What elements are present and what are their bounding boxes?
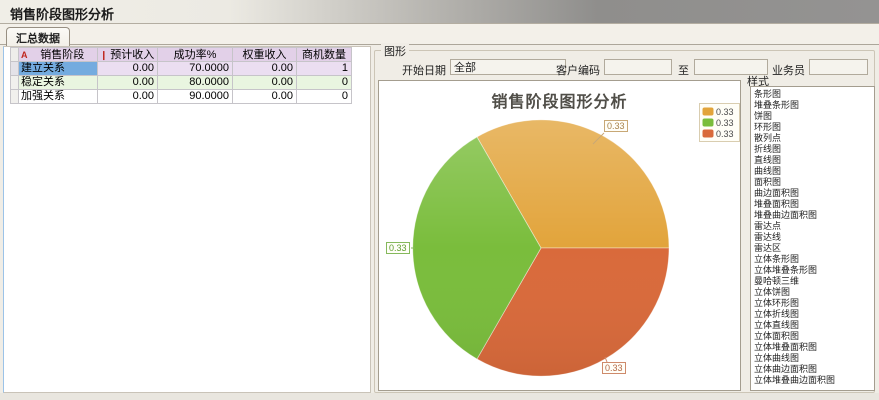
row-header-corner[interactable] [10, 47, 19, 62]
pie-sheen-overlay [413, 120, 669, 376]
cell-weighted[interactable]: 0.00 [233, 76, 297, 90]
summary-panel: A销售阶段 ❙预计收入 成功率% 权重收入 商机数量 建立关系 0.00 70.… [3, 46, 371, 393]
style-list-item[interactable]: 折线图 [754, 144, 874, 155]
row-selector[interactable] [10, 62, 19, 76]
style-list-item[interactable]: 立体折线图 [754, 309, 874, 320]
slice-label-orange: 0.33 [604, 120, 628, 132]
style-list-item[interactable]: 堆叠条形图 [754, 100, 874, 111]
cell-count[interactable]: 0 [297, 90, 352, 104]
window-title: 销售阶段图形分析 [10, 4, 114, 23]
table-row: 加强关系 0.00 90.0000 0.00 0 [10, 90, 352, 104]
tab-strip: 汇总数据 [0, 24, 879, 45]
cell-stage[interactable]: 建立关系 [19, 62, 98, 76]
style-list-item[interactable]: 雷达点 [754, 221, 874, 232]
window-bottom-edge [0, 393, 879, 400]
style-list-item[interactable]: 立体面积图 [754, 331, 874, 342]
cell-expected[interactable]: 0.00 [98, 62, 158, 76]
style-list-item[interactable]: 环形图 [754, 122, 874, 133]
cell-count[interactable]: 0 [297, 76, 352, 90]
style-list-item[interactable]: 雷达区 [754, 243, 874, 254]
row-selector[interactable] [10, 90, 19, 104]
column-header-count[interactable]: 商机数量 [297, 47, 352, 62]
chart-canvas: 销售阶段图形分析 0.33 0.33 0.33 0.33 [378, 80, 741, 391]
style-list-item[interactable]: 立体饼图 [754, 287, 874, 298]
tab-summary-data[interactable]: 汇总数据 [6, 27, 70, 46]
row-selector[interactable] [10, 76, 19, 90]
content-area: A销售阶段 ❙预计收入 成功率% 权重收入 商机数量 建立关系 0.00 70.… [0, 44, 879, 393]
style-list-item[interactable]: 立体环形图 [754, 298, 874, 309]
graph-group-label: 图形 [381, 43, 409, 59]
cell-stage[interactable]: 加强关系 [19, 90, 98, 104]
style-list-item[interactable]: 曲边面积图 [754, 188, 874, 199]
pie-chart [379, 81, 742, 392]
salesman-input[interactable] [809, 59, 868, 75]
style-list-item[interactable]: 立体堆叠面积图 [754, 342, 874, 353]
style-list-item[interactable]: 立体条形图 [754, 254, 874, 265]
style-list-item[interactable]: 立体直线图 [754, 320, 874, 331]
slice-label-green: 0.33 [386, 242, 410, 254]
style-list-item[interactable]: 饼图 [754, 111, 874, 122]
legend-item: 0.33 [702, 128, 737, 139]
style-list-item[interactable]: 曲线图 [754, 166, 874, 177]
style-list-item[interactable]: 立体曲边面积图 [754, 364, 874, 375]
customer-code-input[interactable] [604, 59, 672, 75]
legend-swatch-green [702, 118, 714, 127]
style-list-item[interactable]: 面积图 [754, 177, 874, 188]
style-list-item[interactable]: 条形图 [754, 89, 874, 100]
text-type-icon: A [21, 48, 28, 62]
chart-legend: 0.33 0.33 0.33 [699, 103, 740, 142]
style-list-item[interactable]: 堆叠曲边面积图 [754, 210, 874, 221]
sales-stage-grid: A销售阶段 ❙预计收入 成功率% 权重收入 商机数量 建立关系 0.00 70.… [10, 47, 352, 104]
cell-weighted[interactable]: 0.00 [233, 62, 297, 76]
style-list-item[interactable]: 堆叠面积图 [754, 199, 874, 210]
style-list-item[interactable]: 立体堆叠条形图 [754, 265, 874, 276]
cell-count[interactable]: 1 [297, 62, 352, 76]
salesman-label: 业务员 [772, 62, 805, 78]
cell-stage[interactable]: 稳定关系 [19, 76, 98, 90]
table-row: 稳定关系 0.00 80.0000 0.00 0 [10, 76, 352, 90]
legend-swatch-orange [702, 107, 714, 116]
cell-expected[interactable]: 0.00 [98, 90, 158, 104]
customer-code-label: 客户编码 [556, 62, 600, 78]
style-list: 条形图 堆叠条形图 饼图 环形图 散列点 折线图 直线图 曲线图 面积图 曲边面… [750, 86, 875, 391]
legend-swatch-red [702, 129, 714, 138]
numeric-type-icon: ❙ [100, 48, 108, 62]
column-header-expected[interactable]: ❙预计收入 [98, 47, 158, 62]
column-header-success[interactable]: 成功率% [158, 47, 233, 62]
style-list-item[interactable]: 直线图 [754, 155, 874, 166]
cell-success[interactable]: 90.0000 [158, 90, 233, 104]
start-date-input[interactable] [450, 59, 566, 75]
window-title-bar: 销售阶段图形分析 [0, 0, 879, 24]
column-header-weighted[interactable]: 权重收入 [233, 47, 297, 62]
slice-label-red: 0.33 [602, 362, 626, 374]
legend-item: 0.33 [702, 106, 737, 117]
style-list-item[interactable]: 立体堆叠曲边面积图 [754, 375, 874, 386]
style-list-item[interactable]: 立体曲线图 [754, 353, 874, 364]
start-date-label: 开始日期 [398, 62, 446, 78]
cell-weighted[interactable]: 0.00 [233, 90, 297, 104]
table-row: 建立关系 0.00 70.0000 0.00 1 [10, 62, 352, 76]
style-list-item[interactable]: 雷达线 [754, 232, 874, 243]
grid-header-row: A销售阶段 ❙预计收入 成功率% 权重收入 商机数量 [10, 47, 352, 62]
column-header-stage[interactable]: A销售阶段 [19, 47, 98, 62]
to-label: 至 [678, 62, 690, 78]
style-list-item[interactable]: 散列点 [754, 133, 874, 144]
cell-expected[interactable]: 0.00 [98, 76, 158, 90]
style-list-item[interactable]: 曼哈顿三维 [754, 276, 874, 287]
legend-item: 0.33 [702, 117, 737, 128]
cell-success[interactable]: 70.0000 [158, 62, 233, 76]
cell-success[interactable]: 80.0000 [158, 76, 233, 90]
